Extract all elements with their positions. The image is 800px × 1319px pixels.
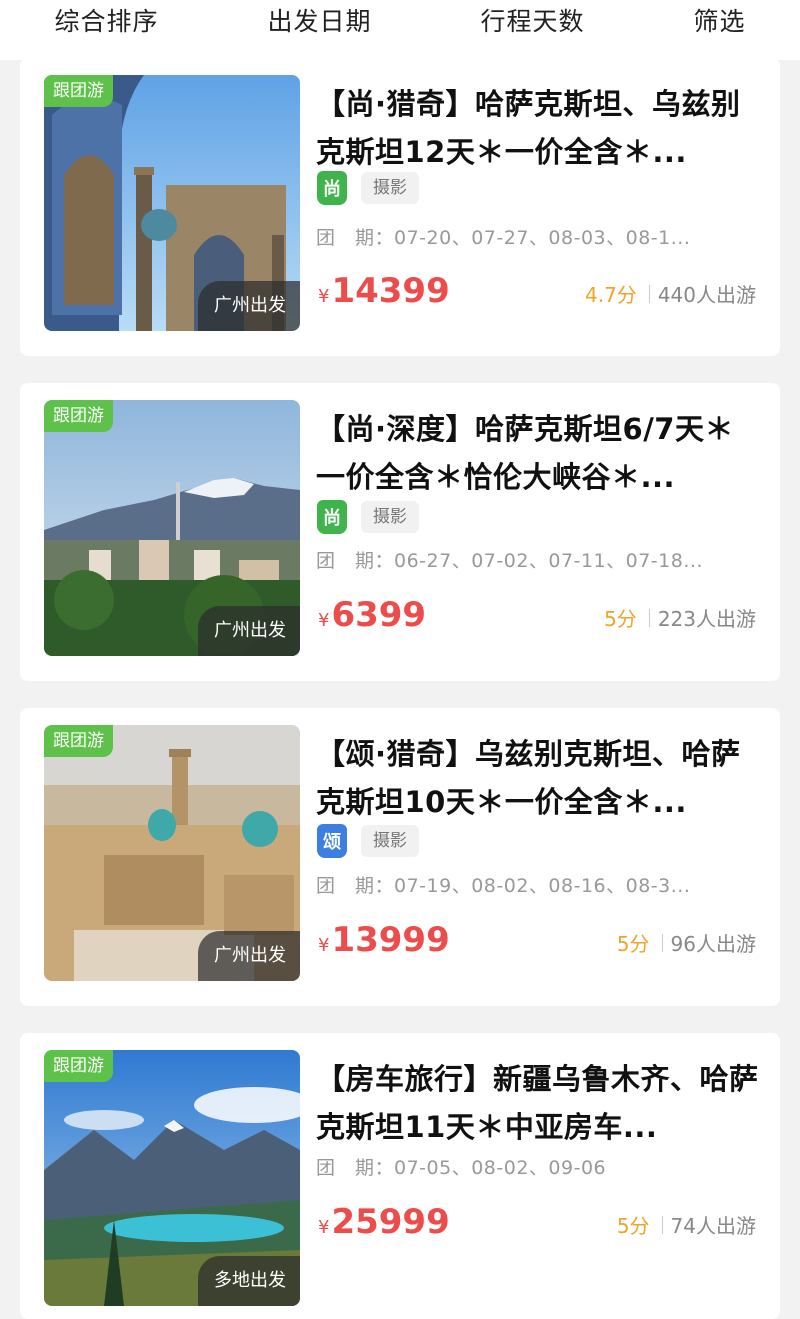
tour-dates: 团 期：07-20、07-27、08-03、08-1... [316,227,691,249]
tour-thumbnail[interactable]: 跟团游 多地出发 [44,1050,300,1306]
currency-symbol: ¥ [318,286,330,307]
departure-badge: 广州出发 [198,931,300,981]
traveler-count: 74人出游 [670,1214,756,1238]
divider [648,608,650,627]
group-tour-tag: 跟团游 [44,725,113,757]
sort-filter[interactable]: 综合排序 [54,2,158,38]
rating-score: 5分 [616,932,650,956]
traveler-count: 96人出游 [670,932,756,956]
tour-labels: 尚 摄影 [317,500,419,534]
traveler-count: 440人出游 [657,283,756,307]
tour-stats: 5分 223人出游 [604,603,756,632]
tour-title[interactable]: 【尚·深度】哈萨克斯坦6/7天＊一价全含＊恰伦大峡谷＊... [316,405,761,501]
rating-score: 5分 [604,607,637,631]
rating-score: 5分 [616,1214,650,1238]
tour-title[interactable]: 【房车旅行】新疆乌鲁木齐、哈萨克斯坦11天＊中亚房车... [316,1055,761,1151]
group-tour-tag: 跟团游 [44,400,113,432]
tour-thumbnail[interactable]: 跟团游 广州出发 [44,75,300,331]
tour-thumbnail[interactable]: 跟团游 广州出发 [44,400,300,656]
divider [661,933,663,952]
screen-filter[interactable]: 筛选 [693,2,745,38]
brand-badge: 尚 [317,171,347,205]
group-tour-tag: 跟团游 [44,1050,113,1082]
departure-badge: 广州出发 [198,606,300,656]
tour-stats: 5分 96人出游 [617,928,756,957]
photo-tag: 摄影 [361,172,419,204]
currency-symbol: ¥ [318,610,330,631]
tour-dates: 团 期：06-27、07-02、07-11、07-18... [316,550,703,572]
price-value: 25999 [331,1202,450,1242]
trip-days-filter[interactable]: 行程天数 [480,2,584,38]
tour-title[interactable]: 【尚·猎奇】哈萨克斯坦、乌兹别克斯坦12天＊一价全含＊... [316,80,761,176]
divider [648,284,650,303]
tour-price: ¥14399 [318,271,450,311]
tour-card[interactable]: 跟团游 多地出发 【房车旅行】新疆乌鲁木齐、哈萨克斯坦11天＊中亚房车... 团… [20,1033,780,1319]
price-value: 13999 [331,920,450,960]
tour-stats: 5分 74人出游 [617,1210,756,1239]
tour-stats: 4.7分 440人出游 [585,279,756,308]
price-value: 6399 [331,595,427,635]
photo-tag: 摄影 [361,825,419,857]
price-value: 14399 [331,271,450,311]
filter-bar: 综合排序 出发日期 行程天数 筛选 [0,0,800,60]
traveler-count: 223人出游 [657,607,756,631]
brand-badge: 颂 [317,824,347,858]
tour-price: ¥25999 [318,1202,450,1242]
departure-badge: 多地出发 [198,1256,300,1306]
tour-thumbnail[interactable]: 跟团游 广州出发 [44,725,300,981]
tour-card[interactable]: 跟团游 广州出发 【尚·深度】哈萨克斯坦6/7天＊一价全含＊恰伦大峡谷＊... … [20,383,780,681]
tour-labels: 颂 摄影 [317,824,419,858]
tour-title[interactable]: 【颂·猎奇】乌兹别克斯坦、哈萨克斯坦10天＊一价全含＊... [316,730,761,826]
currency-symbol: ¥ [318,935,330,956]
group-tour-tag: 跟团游 [44,75,113,107]
tour-card[interactable]: 跟团游 广州出发 【颂·猎奇】乌兹别克斯坦、哈萨克斯坦10天＊一价全含＊... … [20,708,780,1006]
tour-labels: 尚 摄影 [317,171,419,205]
tour-price: ¥13999 [318,920,450,960]
brand-badge: 尚 [317,500,347,534]
tour-dates: 团 期：07-19、08-02、08-16、08-3... [316,875,691,897]
divider [661,1215,663,1234]
tour-price: ¥6399 [318,595,426,635]
currency-symbol: ¥ [318,1217,330,1238]
rating-score: 4.7分 [585,283,637,307]
tour-dates: 团 期：07-05、08-02、09-06 [316,1157,607,1179]
tour-card[interactable]: 跟团游 广州出发 【尚·猎奇】哈萨克斯坦、乌兹别克斯坦12天＊一价全含＊... … [20,58,780,356]
photo-tag: 摄影 [361,501,419,533]
departure-badge: 广州出发 [198,281,300,331]
departure-date-filter[interactable]: 出发日期 [267,2,371,38]
